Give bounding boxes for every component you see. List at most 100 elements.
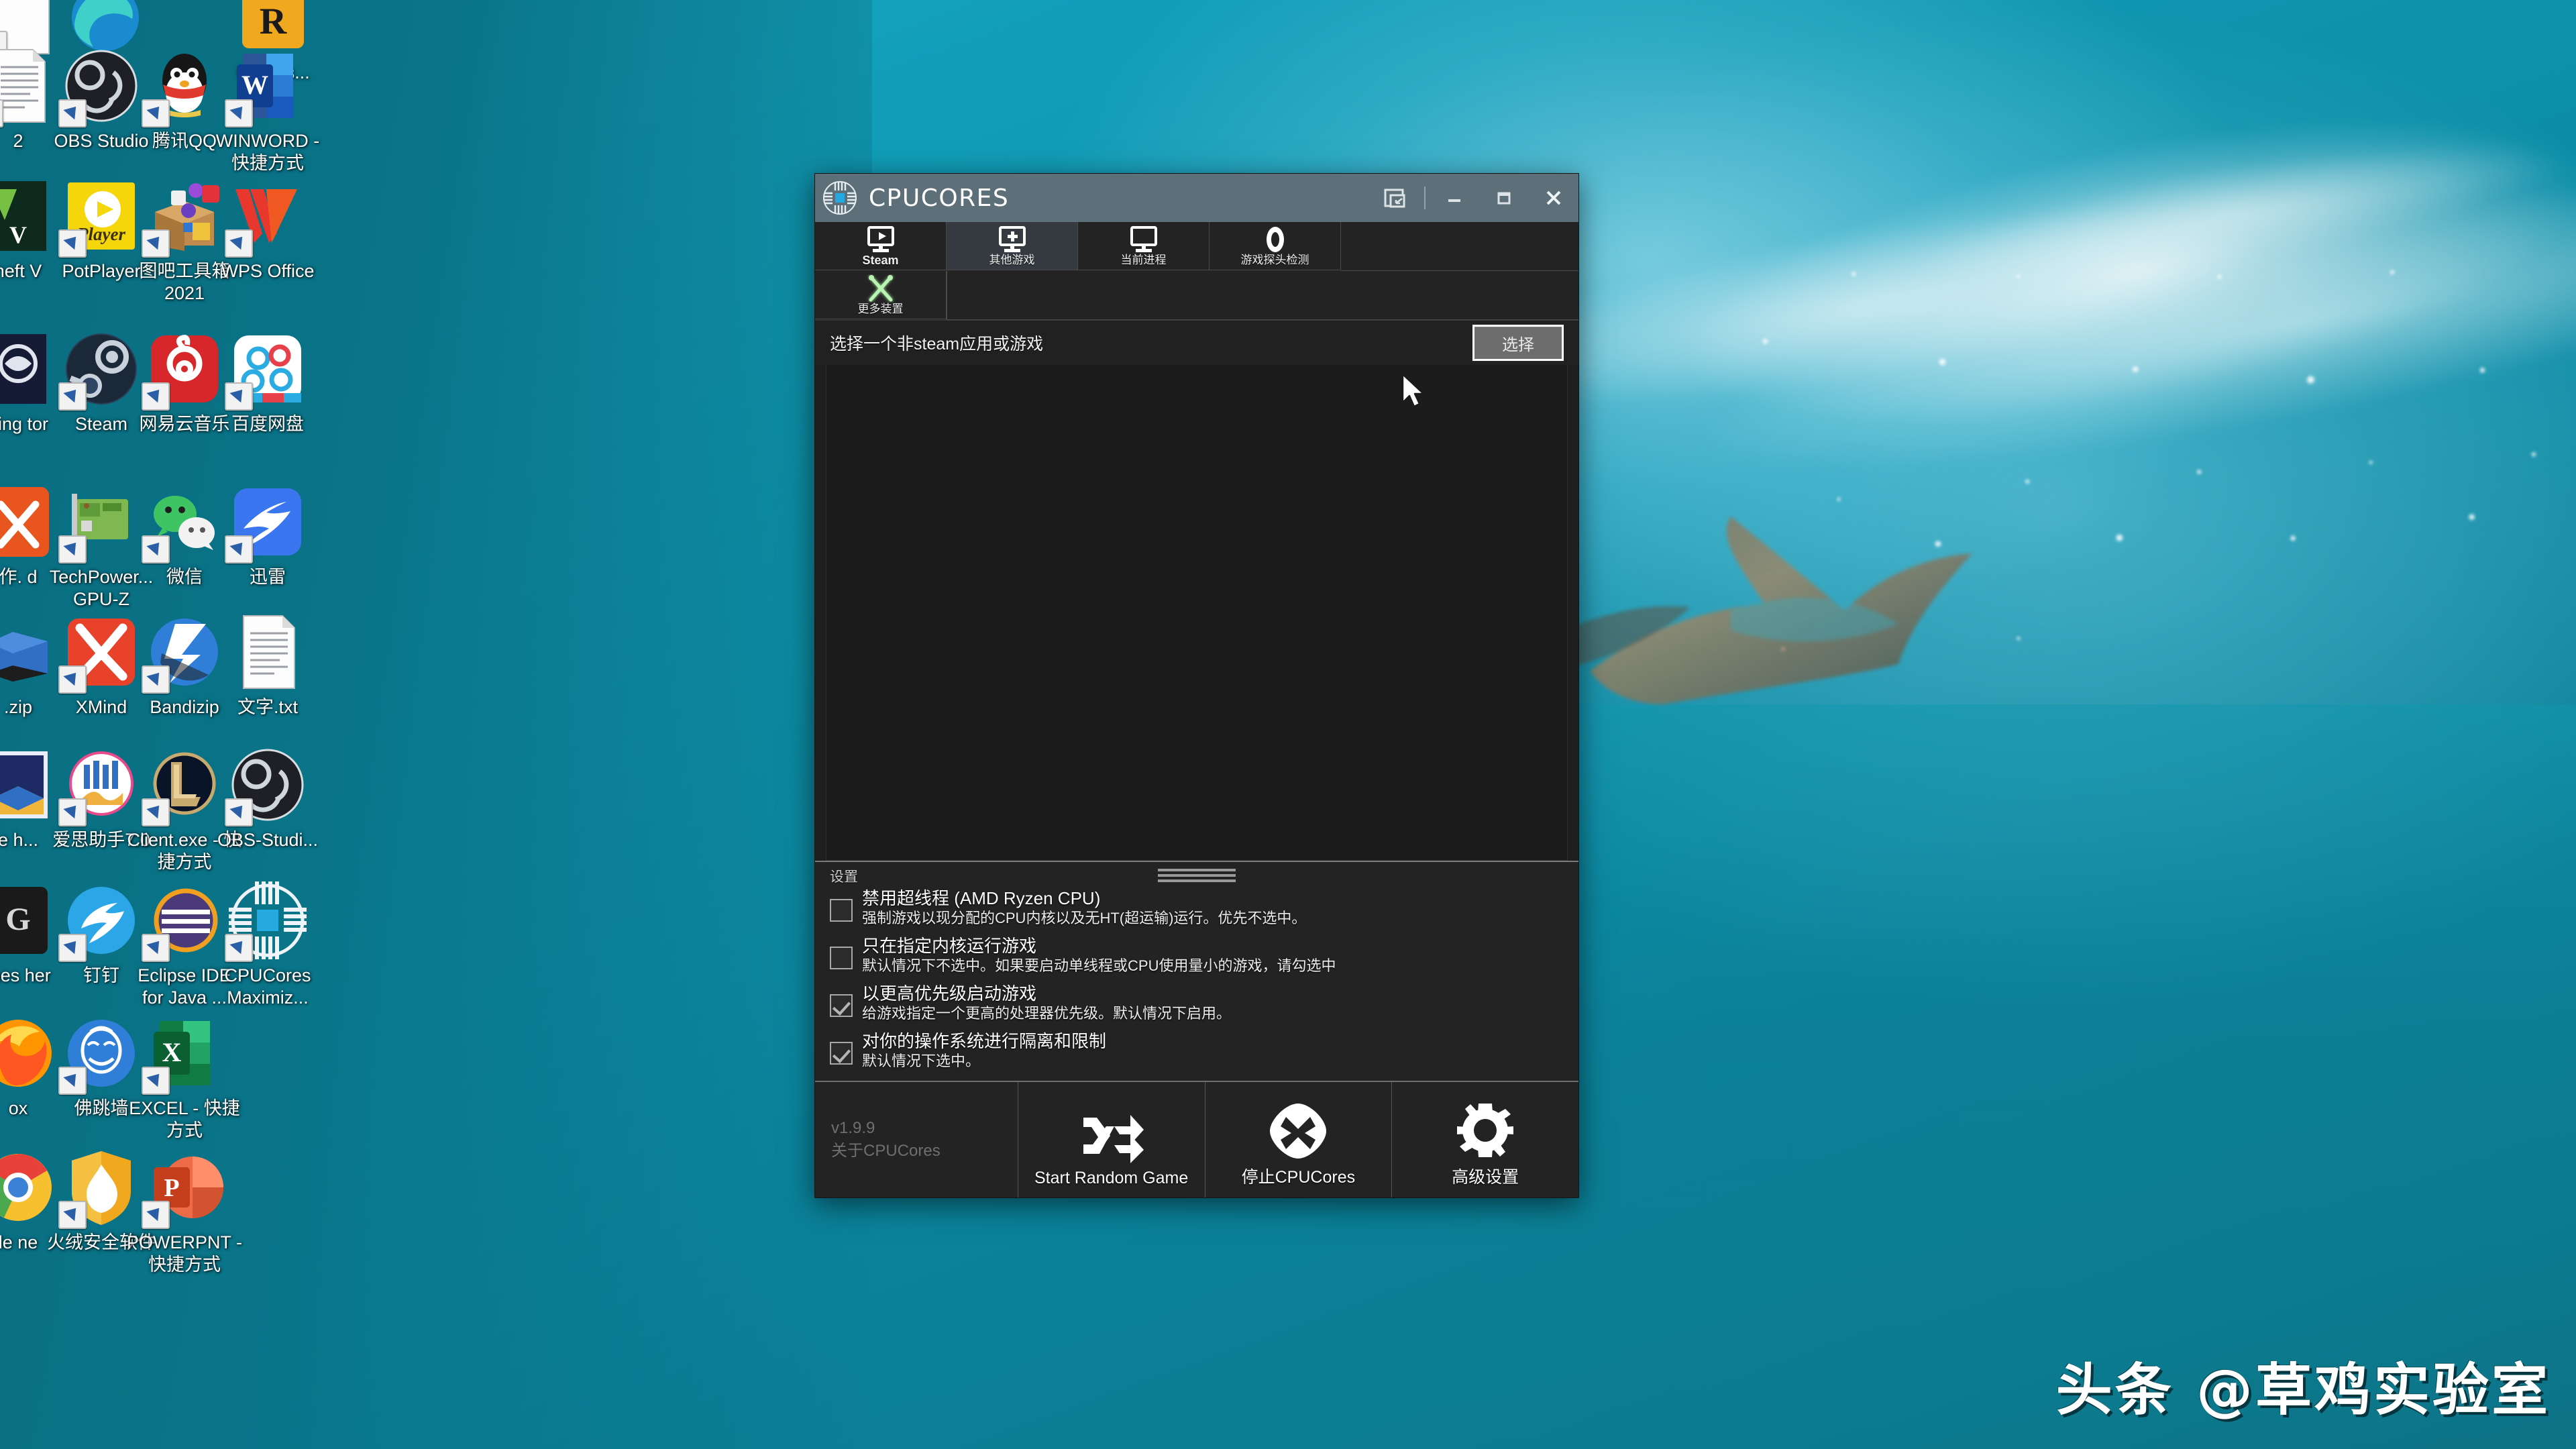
setting-description: 给游戏指定一个更高的处理器优先级。默认情况下启用。 (862, 1005, 1232, 1022)
obs-icon (225, 745, 308, 826)
desktop-icon-label: 百度网盘 (231, 414, 304, 434)
setting-checkbox[interactable] (830, 899, 853, 922)
shortcut-overlay-icon (58, 665, 87, 694)
tab-label: 游戏探头检测 (1240, 253, 1309, 266)
shortcut-overlay-icon (225, 99, 253, 127)
desktop-icon[interactable]: 文字.txt (208, 612, 327, 718)
tab-item-2[interactable]: 当前进程 (1078, 222, 1210, 270)
excel-icon: X (142, 1013, 225, 1095)
desktop-icon[interactable]: OBS-Studi... (208, 745, 327, 851)
shortcut-overlay-icon (142, 1067, 170, 1095)
settings-panel: 设置 禁用超线程 (AMD Ryzen CPU) 强制游戏以现分配的CPU内核以及… (815, 861, 1578, 1081)
setting-row[interactable]: 以更高优先级启动游戏 给游戏指定一个更高的处理器优先级。默认情况下启用。 (815, 980, 1578, 1026)
setting-row[interactable]: 禁用超线程 (AMD Ryzen CPU) 强制游戏以现分配的CPU内核以及无HT… (815, 885, 1578, 931)
start-random-game-label: Start Random Game (1034, 1169, 1189, 1187)
tab-item-3[interactable]: 游戏探头检测 (1210, 222, 1341, 270)
shortcut-overlay-icon (142, 798, 170, 826)
start-random-game-button[interactable]: Start Random Game (1018, 1082, 1205, 1197)
setting-text: 对你的操作系统进行隔离和限制默认情况下选中。 (862, 1031, 1565, 1071)
setting-row[interactable]: 只在指定内核运行游戏 默认情况下不选中。如果要启动单线程或CPU使用量小的游戏，请… (815, 932, 1578, 979)
settings-checkbox-list: 禁用超线程 (AMD Ryzen CPU) 强制游戏以现分配的CPU内核以及无HT… (815, 885, 1578, 1074)
desktop-icon[interactable]: W WINWORD - 快捷方式 (208, 46, 327, 174)
window-title: CPUCORES (869, 184, 1010, 212)
svg-text:W: W (241, 70, 268, 100)
tab-item-1[interactable]: 其他游戏 (947, 222, 1078, 270)
setting-checkbox[interactable] (830, 947, 853, 969)
tab-label: 其他游戏 (989, 253, 1035, 266)
desktop-icon[interactable]: 迅雷 (208, 482, 327, 588)
maximize-icon[interactable] (1479, 174, 1529, 222)
bottom-action-bar: v1.9.9 关于CPUCores Start Random Game 停止CP… (815, 1081, 1578, 1197)
about-link[interactable]: 关于CPUCores (831, 1140, 941, 1163)
setting-checkbox[interactable] (830, 994, 853, 1017)
minimize-icon[interactable] (1430, 174, 1479, 222)
setting-text: 禁用超线程 (AMD Ryzen CPU) 强制游戏以现分配的CPU内核以及无HT… (862, 888, 1565, 928)
shortcut-overlay-icon (142, 229, 170, 258)
non-steam-select-row: 选择一个非steam应用或游戏 选择 (815, 321, 1578, 365)
desktop-icon-label: POWERPNT - 快捷方式 (126, 1232, 242, 1275)
shortcut-overlay-icon (58, 382, 87, 411)
tab-row-primary: Steam 其他游戏 当前进程 游戏探头检测 (815, 222, 1578, 271)
restore-down-icon[interactable] (1371, 174, 1420, 222)
shortcut-overlay-icon (58, 229, 87, 258)
svg-text:V: V (9, 221, 27, 248)
tab-label: 当前进程 (1120, 253, 1167, 266)
wallpaper-fish-tail (1563, 517, 1972, 704)
advanced-settings-label: 高级设置 (1452, 1168, 1519, 1187)
shortcut-overlay-icon (142, 934, 170, 962)
svg-text:G: G (5, 902, 30, 937)
shortcut-overlay-icon (225, 535, 253, 564)
desktop-icon[interactable]: 百度网盘 (208, 329, 327, 435)
shortcut-overlay-icon (142, 382, 170, 411)
wallpaper-lower-glow (1476, 704, 2576, 1449)
setting-title: 禁用超线程 (AMD Ryzen CPU) (862, 888, 1101, 908)
setting-description: 强制游戏以现分配的CPU内核以及无HT(超运输)运行。优先不选中。 (862, 910, 1307, 926)
setting-title: 只在指定内核运行游戏 (862, 936, 1037, 956)
gear-icon (1454, 1101, 1516, 1160)
game-list-area[interactable] (826, 365, 1568, 861)
desktop-icon[interactable]: P POWERPNT - 快捷方式 (125, 1147, 244, 1276)
svg-text:P: P (164, 1174, 179, 1202)
desktop-icon[interactable]: WPS Office (208, 176, 327, 282)
monitor-plus-icon (998, 225, 1027, 253)
tab-steam[interactable]: Steam (815, 222, 947, 270)
tab-bar: Steam 其他游戏 当前进程 游戏探头检测 更多装置 (815, 222, 1578, 321)
desktop-icon-label: WINWORD - 快捷方式 (215, 131, 320, 173)
desktop-icon-label: EXCEL - 快捷方式 (129, 1098, 240, 1140)
monitor-icon (1129, 225, 1159, 253)
close-icon[interactable] (1529, 174, 1578, 222)
window-titlebar[interactable]: CPUCORES (815, 174, 1578, 222)
desktop-icon[interactable]: X EXCEL - 快捷方式 (125, 1013, 244, 1142)
select-button[interactable]: 选择 (1472, 325, 1564, 361)
advanced-settings-button[interactable]: 高级设置 (1392, 1082, 1578, 1197)
about-slot[interactable]: v1.9.9 关于CPUCores (815, 1082, 1018, 1197)
window-controls (1371, 174, 1578, 222)
desktop-icon-grid: Off...EdgeRGames...2OBS Studio腾讯QQWWINWO… (0, 0, 416, 1449)
panel-resize-grip[interactable] (1158, 867, 1236, 882)
setting-title: 对你的操作系统进行隔离和限制 (862, 1031, 1107, 1051)
shortcut-overlay-icon (225, 798, 253, 826)
shortcut-overlay-icon (142, 99, 170, 127)
baidu-icon (225, 329, 308, 411)
cpucores-window: CPUCORES Steam 其他游戏 当前进程 游戏探头检测 更多装置 选择一… (814, 173, 1579, 1198)
shortcut-overlay-icon (58, 798, 87, 826)
tab-item-0[interactable]: 更多装置 (815, 271, 947, 319)
word-icon: W (225, 46, 308, 127)
tab-row-secondary: 更多装置 (815, 271, 1578, 320)
tab-label: 更多装置 (857, 302, 904, 315)
setting-title: 以更高优先级启动游戏 (862, 983, 1037, 1004)
setting-row[interactable]: 对你的操作系统进行隔离和限制默认情况下选中。 (815, 1028, 1578, 1074)
shuffle-icon (1079, 1106, 1144, 1165)
stop-octagon-x-icon (1267, 1101, 1329, 1160)
eye-icon (1260, 226, 1290, 253)
setting-checkbox[interactable] (830, 1042, 853, 1065)
setting-description: 默认情况下选中。 (862, 1053, 981, 1069)
stop-cpucores-button[interactable]: 停止CPUCores (1205, 1082, 1393, 1197)
svg-text:R: R (260, 1, 287, 42)
desktop-icon[interactable]: CPUCores Maximiz... (208, 880, 327, 1009)
shortcut-overlay-icon (142, 1201, 170, 1229)
tab-row-filler (1341, 222, 1578, 271)
powerpoint-icon: P (142, 1147, 225, 1229)
setting-text: 以更高优先级启动游戏 给游戏指定一个更高的处理器优先级。默认情况下启用。 (862, 983, 1565, 1023)
txt-icon (227, 612, 308, 692)
